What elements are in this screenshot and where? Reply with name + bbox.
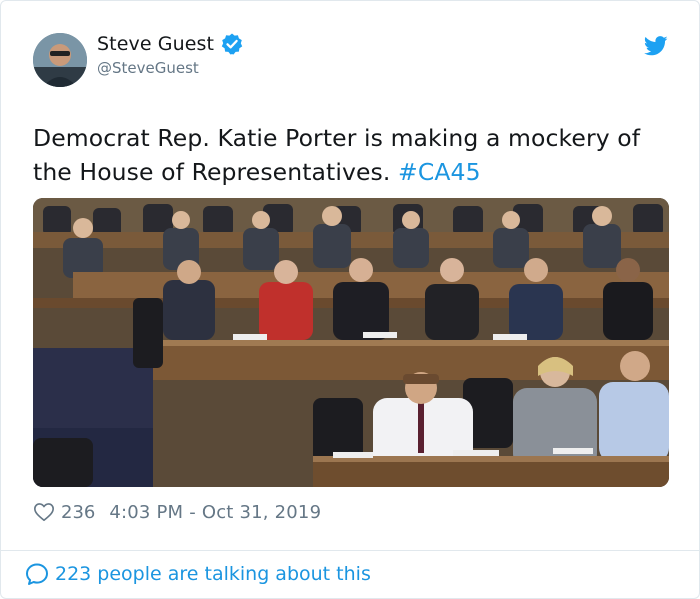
photo-image (33, 198, 669, 487)
tweet-timestamp[interactable]: 4:03 PM - Oct 31, 2019 (109, 502, 321, 523)
display-name[interactable]: Steve Guest (97, 33, 214, 55)
tweet-text-line2-body: the House of Representatives. (33, 158, 391, 186)
twitter-bird-icon[interactable] (644, 36, 668, 56)
talking-about-text[interactable]: 223 people are talking about this (55, 563, 371, 585)
divider (1, 550, 699, 551)
heart-icon[interactable] (33, 501, 55, 523)
user-name-row[interactable]: Steve Guest (97, 32, 244, 56)
tweet-photo[interactable] (33, 198, 669, 487)
avatar[interactable] (33, 33, 87, 87)
hashtag-link[interactable]: #CA45 (398, 158, 481, 186)
user-handle[interactable]: @SteveGuest (97, 59, 199, 77)
tweet-text-line2: the House of Representatives. #CA45 (33, 155, 673, 189)
like-count[interactable]: 236 (61, 502, 95, 523)
tweet-text-line1: Democrat Rep. Katie Porter is making a m… (33, 124, 641, 152)
talking-about-link[interactable]: 223 people are talking about this (25, 562, 371, 586)
speech-bubble-icon (25, 562, 49, 586)
tweet-text: Democrat Rep. Katie Porter is making a m… (33, 121, 673, 189)
avatar-image (33, 33, 87, 87)
verified-badge-icon (220, 32, 244, 56)
tweet-meta: 236 4:03 PM - Oct 31, 2019 (33, 499, 321, 525)
tweet-card: Steve Guest @SteveGuest Democrat Rep. Ka… (0, 0, 700, 599)
